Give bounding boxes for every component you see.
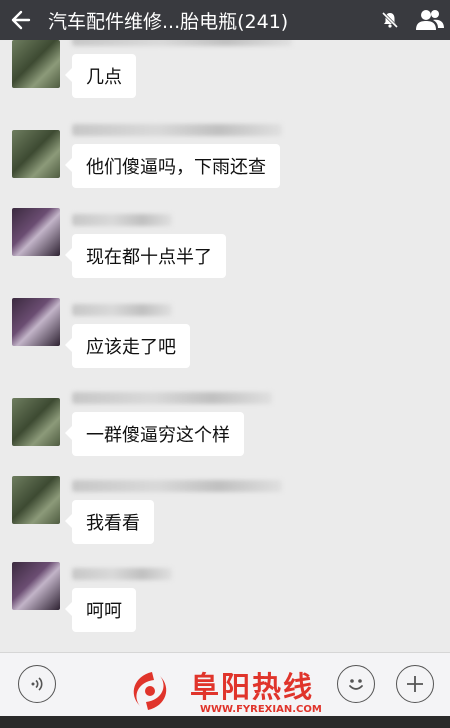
message-bubble[interactable]: 现在都十点半了	[65, 234, 226, 278]
avatar[interactable]	[12, 298, 60, 346]
arrow-left-icon	[11, 10, 31, 30]
avatar[interactable]	[12, 476, 60, 524]
bottom-strip	[0, 716, 450, 728]
watermark-url: WWW.FYREXIAN.COM	[200, 704, 322, 715]
voice-icon	[31, 677, 43, 691]
sender-name-blurred	[72, 304, 172, 316]
avatar[interactable]	[12, 208, 60, 256]
message-bubble[interactable]: 他们傻逼吗，下雨还查	[65, 144, 280, 188]
chat-header: 汽车配件维修...胎电瓶(241)	[0, 0, 450, 40]
sender-name-blurred	[72, 392, 272, 404]
message-bubble[interactable]: 呵呵	[65, 588, 136, 632]
message-bubble[interactable]: 我看看	[65, 500, 154, 544]
emoji-button[interactable]	[337, 665, 375, 703]
sender-name-blurred	[72, 568, 172, 580]
avatar[interactable]	[12, 398, 60, 446]
message-bubble[interactable]: 一群傻逼穷这个样	[65, 412, 244, 456]
bell-off-icon	[381, 11, 399, 29]
avatar[interactable]	[12, 40, 60, 88]
plus-button[interactable]	[396, 665, 434, 703]
emoji-icon	[349, 679, 363, 690]
message-bubble[interactable]: 几点	[65, 54, 136, 98]
watermark-logo: 阜阳热线 WWW.FYREXIAN.COM	[120, 664, 340, 718]
sender-name-blurred	[72, 124, 282, 136]
mute-button[interactable]	[370, 0, 410, 40]
avatar[interactable]	[12, 562, 60, 610]
members-button[interactable]	[410, 0, 450, 40]
chat-area[interactable]: 几点 他们傻逼吗，下雨还查 现在都十点半了 应该走了吧 一群傻逼穷这个样 我看看…	[0, 40, 450, 652]
sender-name-blurred	[72, 214, 172, 226]
avatar[interactable]	[12, 130, 60, 178]
plus-icon	[407, 676, 423, 692]
message-bubble[interactable]: 应该走了吧	[65, 324, 190, 368]
voice-button[interactable]	[18, 665, 56, 703]
back-button[interactable]	[0, 0, 40, 40]
watermark-name: 阜阳热线	[190, 670, 315, 704]
chat-title: 汽车配件维修...胎电瓶(241)	[48, 10, 289, 33]
sender-name-blurred	[72, 480, 282, 492]
people-icon	[416, 10, 444, 30]
sender-name-blurred	[72, 40, 292, 46]
